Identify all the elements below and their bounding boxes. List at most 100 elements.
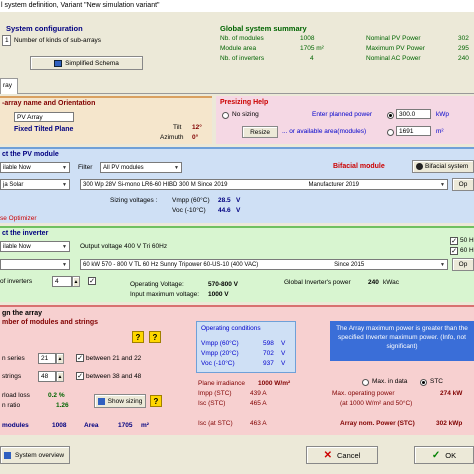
summary-label-inverters: Nb. of inverters — [220, 55, 265, 62]
global-inverter-power-unit: kWac — [383, 279, 400, 286]
simplified-schema-button[interactable]: Simplified Schema — [30, 56, 143, 70]
tab-array-label: ray — [3, 82, 13, 89]
area-unit-label: m² — [141, 422, 149, 429]
strings-label: strings — [2, 373, 22, 380]
cancel-button[interactable]: ✕ Cancel — [306, 446, 378, 464]
pv-open-label: Op — [458, 181, 468, 188]
operating-conditions-box: Operating conditions Vmpp (60°C) 598 V V… — [196, 321, 296, 373]
available-area-input[interactable]: 1691 — [396, 126, 431, 136]
system-overview-button[interactable]: System overview — [0, 446, 70, 464]
max-in-data-radio[interactable] — [362, 379, 369, 386]
planned-power-input[interactable]: 300.0 — [396, 109, 431, 119]
inverter-count-label: of inverters — [0, 278, 33, 285]
inverter-open-button[interactable]: Op — [452, 258, 474, 271]
tab-array[interactable]: ray — [0, 78, 18, 94]
no-sizing-label: No sizing — [232, 111, 259, 118]
series-range-checkbox[interactable]: ✓ — [76, 354, 84, 362]
pv-filter-value: All PV modules — [103, 164, 144, 171]
op-vmpp60-value: 598 — [263, 340, 274, 347]
available-area-radio[interactable] — [387, 129, 394, 136]
plane-type-label: Fixed Tilted Plane — [14, 126, 74, 133]
tab-strip: ray — [0, 78, 474, 94]
simplified-schema-label: Simplified Schema — [65, 59, 119, 67]
schema-icon — [54, 59, 63, 67]
input-max-voltage-value: 1000 V — [208, 291, 229, 298]
bifacial-system-button[interactable]: Bifacial system — [412, 160, 474, 173]
help-button-2[interactable]: ? — [149, 331, 161, 343]
pv-manufacturer-value: ja Solar — [3, 181, 24, 188]
help-button-3[interactable]: ? — [150, 395, 162, 407]
pv-availability-select[interactable]: ilable Now ▼ — [0, 162, 70, 173]
inverter-panel: ct the inverter ilable Now ▼ Output volta… — [0, 226, 474, 302]
available-area-label: ... or available area(modules) — [282, 128, 367, 135]
area-value: 1705 — [118, 422, 133, 429]
array-name-input[interactable]: PV Array — [14, 112, 74, 122]
max-in-data-label: Max. in data — [372, 378, 408, 385]
sizing-icon — [97, 397, 105, 405]
optimizer-label[interactable]: se Optimizer — [0, 215, 36, 222]
orientation-panel: -array name and Orientation PV Array Fix… — [0, 96, 212, 144]
footer-bar: System overview ✕ Cancel ✓ OK — [0, 440, 474, 474]
no-sizing-radio[interactable] — [222, 112, 229, 119]
enter-power-radio[interactable] — [387, 112, 394, 119]
op-vmpp20-unit: V — [281, 350, 286, 357]
strings-input[interactable]: 48 — [38, 371, 56, 382]
azimuth-label: Azimuth — [160, 134, 184, 141]
pv-module-title: ct the PV module — [2, 151, 59, 158]
operating-voltage-label: Operating Voltage: — [130, 281, 184, 288]
operating-voltage-value: 570-800 V — [208, 281, 238, 288]
max-operating-power-label: Max. operating power — [332, 390, 395, 397]
help-button-1[interactable]: ? — [132, 331, 144, 343]
inverter-availability-select[interactable]: ilable Now ▼ — [0, 241, 70, 252]
array-nom-power-label: Array nom. Power (STC) — [340, 420, 415, 427]
show-sizing-button[interactable]: Show sizing — [94, 394, 146, 408]
strings-range-checkbox[interactable]: ✓ — [76, 372, 84, 380]
design-title: gn the array — [2, 310, 43, 317]
global-inverter-power-label: Global Inverter's power — [284, 279, 351, 286]
inverter-count-checkbox[interactable]: ✓ — [88, 277, 96, 285]
stc-radio[interactable] — [420, 379, 427, 386]
inverter-open-label: Op — [458, 261, 468, 268]
series-label: n series — [2, 355, 25, 362]
series-stepper[interactable]: ▲ — [56, 353, 64, 364]
freq-60-checkbox[interactable]: ✓ — [450, 247, 458, 255]
strings-stepper[interactable]: ▲ — [56, 371, 64, 382]
isc-at-value: 463 A — [250, 420, 267, 427]
bifacial-label: Bifacial module — [333, 163, 385, 170]
op-vmpp60-label: Vmpp (60°C) — [201, 340, 239, 347]
inverter-count-input[interactable]: 4 — [52, 276, 72, 287]
impp-value: 439 A — [250, 390, 267, 397]
pv-filter-select[interactable]: All PV modules ▼ — [100, 162, 182, 173]
chevron-down-icon: ▼ — [62, 164, 67, 171]
inverter-model-select[interactable]: 60 kW 570 - 800 V TL 60 Hz Sunny Tripowe… — [80, 259, 448, 270]
freq-50-checkbox[interactable]: ✓ — [450, 237, 458, 245]
isc-value: 465 A — [250, 400, 267, 407]
summary-value-area: 1705 m² — [300, 45, 324, 52]
chevron-down-icon: ▼ — [174, 164, 179, 171]
ok-button[interactable]: ✓ OK — [414, 446, 474, 464]
ok-label: OK — [445, 450, 457, 460]
series-input[interactable]: 21 — [38, 353, 56, 364]
tilt-label: Tilt — [173, 124, 182, 131]
summary-value-inverters: 4 — [310, 55, 314, 62]
pv-open-button[interactable]: Op — [452, 178, 474, 191]
cancel-icon: ✕ — [323, 449, 333, 461]
inverter-count-stepper[interactable]: ▲ — [72, 276, 80, 287]
check-icon: ✓ — [431, 449, 441, 461]
summary-value-nominal-pv: 302 — [458, 35, 469, 42]
pv-manufacturer-select[interactable]: ja Solar ▼ — [0, 179, 70, 190]
resize-button[interactable]: Resize — [242, 126, 278, 138]
subarrays-count-input[interactable]: 1 — [2, 35, 11, 46]
ratio-value: 1.26 — [56, 402, 69, 409]
inverter-manufacturer-select[interactable]: ▼ — [0, 259, 70, 270]
chevron-down-icon: ▼ — [62, 243, 67, 250]
inverter-since: Since 2015 — [334, 261, 365, 268]
max-operating-power-value: 274 kW — [440, 390, 463, 397]
summary-label-nominal-ac: Nominal AC Power — [366, 55, 421, 62]
chevron-down-icon: ▼ — [440, 261, 445, 268]
design-panel: gn the array mber of modules and strings… — [0, 305, 474, 435]
pv-model-select[interactable]: 300 Wp 28V Si-mono LR6-60 HIBD 300 M Sin… — [80, 179, 448, 190]
op-vmpp20-label: Vmpp (20°C) — [201, 350, 239, 357]
system-config-title: System configuration — [6, 24, 83, 33]
ratio-label: n ratio — [2, 402, 21, 409]
